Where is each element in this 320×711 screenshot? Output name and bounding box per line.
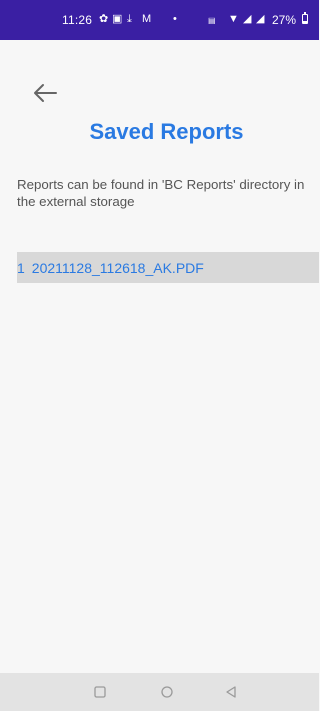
wifi-calling-icon: ▤ [208,16,216,25]
signal-icon: ◢ [256,13,265,25]
app-notification-icon: ▣ [112,13,123,25]
wifi-icon: ▼ [228,13,239,25]
back-button[interactable] [30,78,60,108]
download-icon: ⤓ [127,13,132,25]
battery-icon [302,12,308,24]
back-nav-button[interactable] [220,681,242,703]
battery-percent: 27% [272,13,297,27]
recent-apps-icon [94,686,106,698]
signal-icon: ◢ [243,13,252,25]
back-icon [226,686,236,698]
dot-icon: • [173,13,177,25]
navigation-bar [0,673,319,711]
report-list-item[interactable]: 1 20211128_112618_AK.PDF [17,252,319,283]
arrow-left-icon [34,84,57,102]
page-title: Saved Reports [89,119,244,144]
report-filename: 20211128_112618_AK.PDF [31,259,204,276]
description-text: Reports can be found in 'BC Reports' dir… [17,177,305,209]
home-icon [161,686,173,698]
report-index: 1 [17,259,25,276]
recent-apps-button[interactable] [89,681,111,703]
home-button[interactable] [156,681,178,703]
status-time: 11:26 [62,13,93,27]
gmail-icon: M [142,13,152,25]
status-bar: 11:26 ✿ ▣ ⤓ M • ▤ ▼ ◢ ◢ 27% [0,0,319,40]
fan-icon: ✿ [99,13,109,25]
